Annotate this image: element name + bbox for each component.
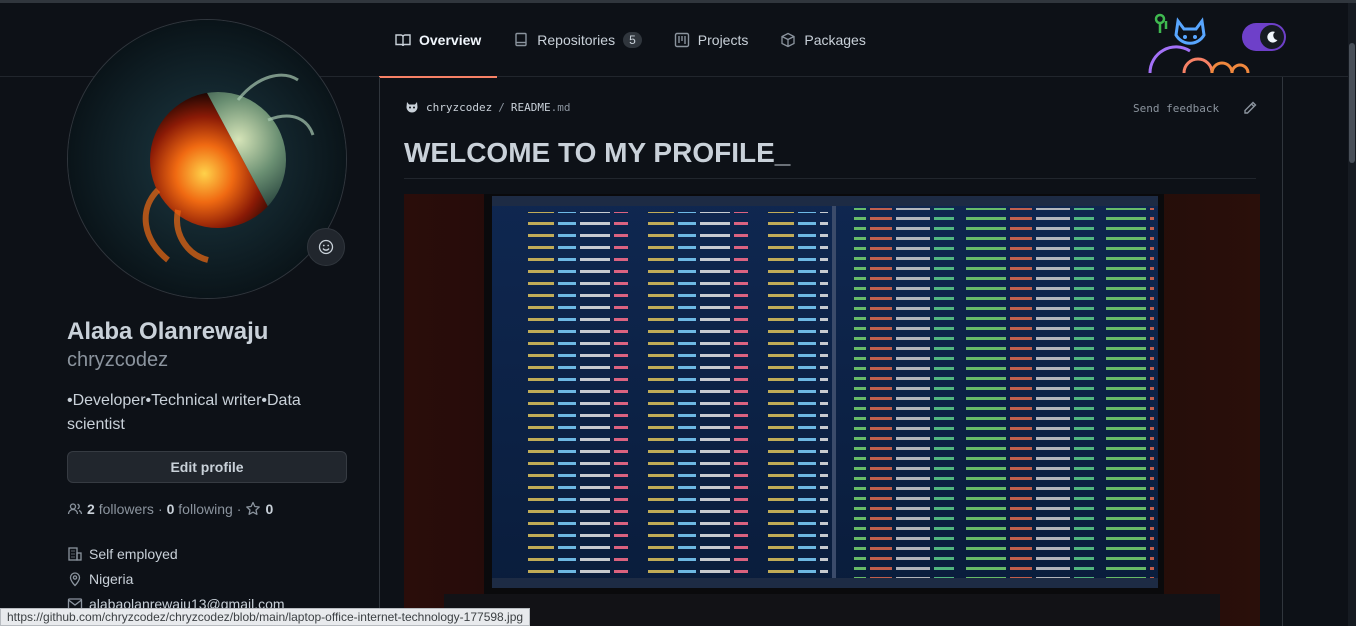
readme-file-name: README [510, 100, 551, 114]
organization-icon [68, 546, 82, 561]
following-link[interactable]: 0 following [167, 501, 233, 517]
tab-overview-label: Overview [419, 32, 482, 48]
tab-overview[interactable]: Overview [379, 3, 498, 78]
readme-file-link[interactable]: README.md [511, 101, 571, 114]
edit-profile-button[interactable]: Edit profile [67, 451, 347, 483]
followers-link[interactable]: 2 followers [87, 501, 154, 517]
tab-projects[interactable]: Projects [658, 3, 765, 77]
send-feedback-link[interactable]: Send feedback [1133, 102, 1219, 115]
location-icon [69, 571, 81, 586]
tab-packages-label: Packages [804, 32, 866, 48]
repositories-count-badge: 5 [623, 32, 642, 48]
readme-panel: chryzcodez / README.md Send feedback WEL… [379, 77, 1283, 626]
package-icon [781, 32, 796, 48]
octocat-mascot-icon [1148, 13, 1250, 74]
repo-icon [515, 32, 527, 47]
readme-image[interactable] [404, 194, 1260, 626]
people-icon [67, 503, 83, 515]
theme-toggle[interactable] [1242, 23, 1286, 51]
smiley-icon [318, 239, 334, 255]
profile-details: Self employed Nigeria alabaolanrewaju13@… [67, 541, 285, 616]
path-separator: / [498, 100, 505, 114]
detail-location: Nigeria [67, 566, 285, 591]
pencil-icon[interactable] [1242, 100, 1258, 116]
scrollbar-thumb[interactable] [1349, 43, 1355, 163]
tab-list: Overview Repositories 5 Projects Package… [379, 3, 882, 78]
heading-divider [404, 178, 1256, 179]
following-label: following [178, 501, 233, 517]
profile-bio: •Developer•Technical writer•Data scienti… [67, 392, 301, 433]
tab-repositories-label: Repositories [537, 32, 616, 48]
detail-location-text: Nigeria [89, 570, 134, 587]
followers-count: 2 [87, 501, 95, 517]
stars-link[interactable]: 0 [245, 501, 273, 517]
star-icon [246, 501, 261, 515]
followers-label: followers [98, 501, 154, 517]
tab-packages[interactable]: Packages [764, 3, 881, 77]
separator-dot: · [236, 501, 242, 517]
readme-owner-link[interactable]: chryzcodez [426, 101, 492, 114]
status-bar-url: https://github.com/chryzcodez/chryzcodez… [0, 608, 531, 626]
avatar[interactable] [67, 19, 347, 299]
octocat-icon [406, 102, 418, 113]
moon-icon [1260, 25, 1284, 49]
following-count: 0 [166, 501, 175, 517]
project-icon [674, 32, 689, 48]
tab-projects-label: Projects [697, 32, 749, 48]
profile-full-name: Alaba Olanrewaju [67, 318, 269, 345]
follow-stats: 2 followers · 0 following · 0 [67, 501, 273, 517]
readme-file-ext: .md [550, 100, 571, 114]
book-icon [395, 34, 411, 47]
profile-username: chryzcodez [67, 349, 169, 371]
readme-path: chryzcodez / README.md [404, 99, 570, 115]
set-status-button[interactable] [307, 228, 345, 266]
readme-heading: WELCOME TO MY PROFILE_ [404, 137, 791, 168]
stars-count: 0 [265, 501, 274, 517]
detail-company: Self employed [67, 541, 285, 566]
separator-dot: · [157, 501, 163, 517]
tab-repositories[interactable]: Repositories 5 [497, 3, 658, 77]
page-scrollbar[interactable] [1348, 3, 1356, 626]
detail-company-text: Self employed [89, 545, 178, 562]
